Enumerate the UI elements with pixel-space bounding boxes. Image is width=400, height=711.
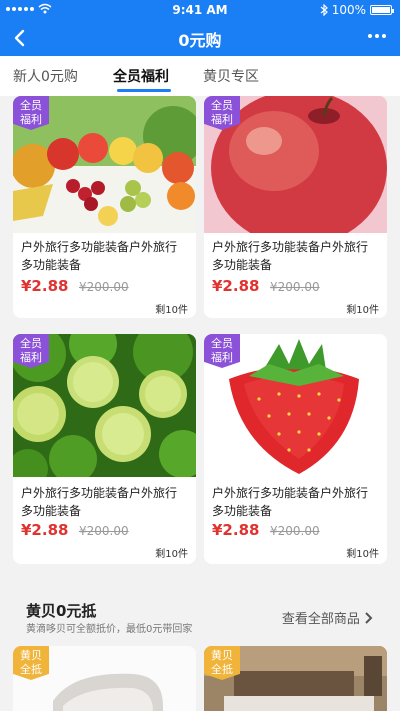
section-subtitle: 黄滴哆贝可全额抵价，最低0元带回家: [26, 624, 193, 635]
nav-bar: 0元购: [0, 20, 400, 56]
product-old-price: ¥200.00: [270, 280, 320, 294]
active-tab-indicator: [117, 89, 171, 92]
badge-text: 黄贝 全抵: [20, 649, 42, 676]
product-card[interactable]: 全员 福利 户外旅行多功能装备户外旅行多功能装备 ¥2.88 ¥200.00 剩1…: [204, 96, 387, 318]
product-card[interactable]: 全员 福利 户外旅行多功能装备户外旅行多功能装备 ¥2.88 ¥200.00 剩1…: [204, 334, 387, 564]
welfare-badge: 全员 福利: [13, 96, 49, 130]
badge-text: 全员 福利: [211, 99, 233, 126]
tab-bar: 新人0元购 全员福利 黄贝专区: [0, 56, 400, 96]
more-icon[interactable]: [368, 34, 386, 38]
product-title: 户外旅行多功能装备户外旅行多功能装备: [21, 486, 178, 518]
badge-text: 黄贝 全抵: [211, 649, 233, 676]
product-old-price: ¥200.00: [270, 524, 320, 538]
battery-text: 100%: [331, 3, 366, 17]
bottom-product-card[interactable]: 黄贝 全抵: [13, 646, 196, 711]
product-title: 户外旅行多功能装备户外旅行多功能装备: [212, 240, 369, 272]
product-stock: 剩10件: [155, 305, 188, 316]
product-price: ¥2.88: [212, 277, 260, 295]
battery-icon: [370, 5, 394, 15]
badge-text: 全员 福利: [211, 337, 233, 364]
status-bar: 9:41 AM 100%: [0, 0, 400, 20]
huangbei-badge: 黄贝 全抵: [13, 646, 49, 680]
product-title: 户外旅行多功能装备户外旅行多功能装备: [212, 486, 369, 518]
huangbei-badge: 黄贝 全抵: [204, 646, 240, 680]
tab-newcomer[interactable]: 新人0元购: [13, 66, 78, 86]
product-card[interactable]: 全员 福利 户外旅行多功能装备户外旅行多功能装备 ¥2.88 ¥200.00 剩1…: [13, 334, 196, 564]
huangbei-section-header: 黄贝0元抵 黄滴哆贝可全额抵价，最低0元带回家 查看全部商品: [14, 588, 386, 642]
product-stock: 剩10件: [155, 549, 188, 560]
view-all-label: 查看全部商品: [281, 612, 360, 627]
product-stock: 剩10件: [346, 305, 379, 316]
status-right: 100%: [320, 3, 394, 17]
product-title: 户外旅行多功能装备户外旅行多功能装备: [21, 240, 178, 272]
chevron-right-icon: [365, 612, 373, 624]
tab-huangbei-zone[interactable]: 黄贝专区: [203, 66, 259, 86]
page-title: 0元购: [178, 31, 222, 50]
view-all-link[interactable]: 查看全部商品: [282, 608, 374, 627]
welfare-badge: 全员 福利: [13, 334, 49, 368]
welfare-badge: 全员 福利: [204, 96, 240, 130]
badge-text: 全员 福利: [20, 337, 42, 364]
badge-text: 全员 福利: [20, 99, 42, 126]
welfare-badge: 全员 福利: [204, 334, 240, 368]
product-card[interactable]: 全员 福利 户外旅行多功能装备户外旅行多功能装备 ¥2.88 ¥200.00 剩1…: [13, 96, 196, 318]
product-price: ¥2.88: [21, 521, 69, 539]
product-price: ¥2.88: [21, 277, 69, 295]
bluetooth-icon: [320, 4, 328, 16]
bottom-product-card[interactable]: 黄贝 全抵: [204, 646, 387, 711]
section-title: 黄贝0元抵: [26, 602, 97, 620]
product-stock: 剩10件: [346, 549, 379, 560]
tab-all-members[interactable]: 全员福利: [113, 66, 169, 86]
product-price: ¥2.88: [212, 521, 260, 539]
product-old-price: ¥200.00: [79, 524, 129, 538]
product-old-price: ¥200.00: [79, 280, 129, 294]
